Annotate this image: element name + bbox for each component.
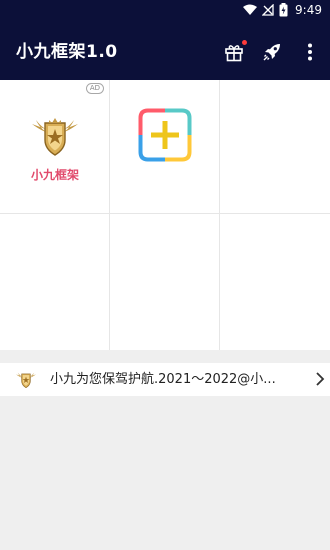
footer-info-row[interactable]: 小九为您保驾护航.2021～2022@小... xyxy=(0,363,330,396)
battery-charging-icon xyxy=(279,3,288,17)
gift-badge-dot xyxy=(242,40,247,45)
app-label: 小九框架 xyxy=(30,168,79,182)
app-title: 小九框架1.0 xyxy=(16,42,118,62)
grid-item-xiaojiu[interactable]: AD 小九框架 xyxy=(0,80,110,214)
gift-button[interactable] xyxy=(220,38,248,66)
grid-item-empty[interactable] xyxy=(220,80,330,214)
more-vertical-icon xyxy=(308,43,312,61)
status-time: 9:49 xyxy=(295,3,322,17)
grid-item-empty[interactable] xyxy=(220,214,330,350)
more-options-button[interactable] xyxy=(296,38,324,66)
ad-badge: AD xyxy=(85,83,104,94)
grid-item-empty[interactable] xyxy=(110,214,220,350)
footer-text: 小九为您保驾护航.2021～2022@小... xyxy=(50,372,276,387)
app-bar: 小九框架1.0 xyxy=(0,24,330,80)
grid-item-add-app[interactable] xyxy=(110,80,220,214)
chevron-right-icon xyxy=(316,372,325,386)
status-icons: 9:49 xyxy=(243,3,322,17)
rocket-button[interactable] xyxy=(258,38,286,66)
grid-item-empty[interactable] xyxy=(0,214,110,350)
signal-off-icon xyxy=(262,4,274,16)
wifi-icon xyxy=(243,4,258,15)
status-bar: 9:49 xyxy=(0,0,330,24)
shield-emblem-icon xyxy=(16,372,36,389)
gift-icon xyxy=(225,45,243,62)
rocket-icon xyxy=(263,44,280,61)
app-actions xyxy=(220,24,324,80)
shield-emblem-icon xyxy=(32,118,78,156)
app-grid: AD 小九框架 xyxy=(0,80,330,350)
add-app-icon xyxy=(138,108,192,162)
